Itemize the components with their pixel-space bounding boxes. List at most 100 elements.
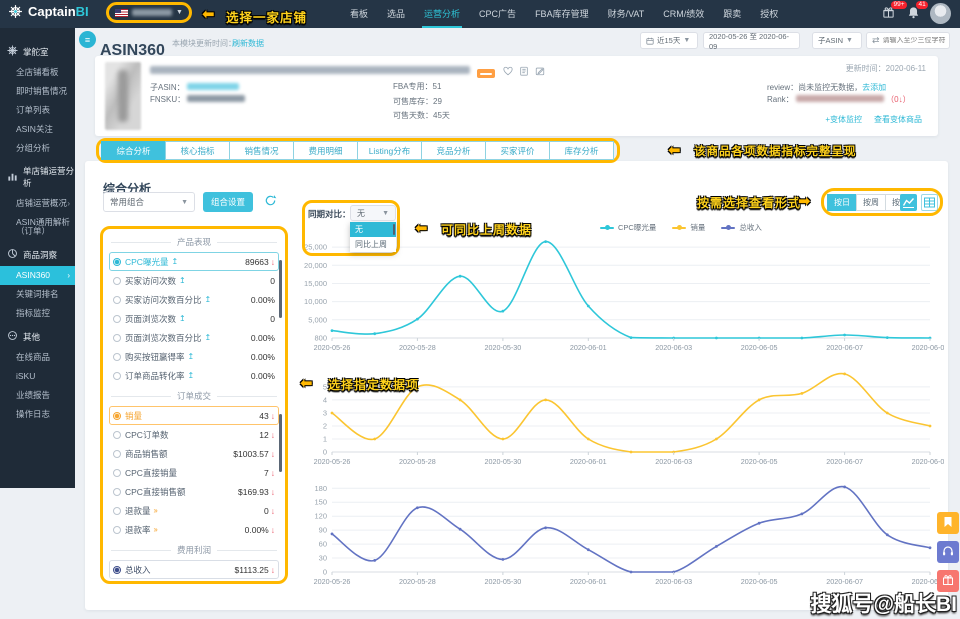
metric-买家访问次数[interactable]: 买家访问次数 ↥ 0 xyxy=(109,271,279,290)
section-scrollbar[interactable] xyxy=(279,414,282,472)
radio-button[interactable] xyxy=(113,565,121,574)
line-chart-view-button[interactable] xyxy=(900,194,917,211)
metric-CPC订单数[interactable]: CPC订单数 12 ↓ xyxy=(109,425,279,444)
legend-item-销量[interactable]: 销量 xyxy=(672,222,705,233)
tab-费用明细[interactable]: 费用明细 xyxy=(293,141,358,160)
topnav-item[interactable]: 财务/VAT xyxy=(606,0,647,28)
radio-button[interactable] xyxy=(113,257,121,266)
metric-CPC曝光量[interactable]: CPC曝光量 ↥ 89663 ↓ xyxy=(109,252,279,271)
dropdown-scrollbar[interactable] xyxy=(393,224,395,235)
tab-库存分析[interactable]: 库存分析 xyxy=(549,141,614,160)
topnav-item[interactable]: 跟卖 xyxy=(721,0,743,28)
monitor-icon[interactable]: ↥ xyxy=(205,333,212,342)
refresh-data-link[interactable]: 刷新数据 xyxy=(232,38,264,49)
metric-销量[interactable]: 销量 43 ↓ xyxy=(109,406,279,425)
metric-总收入[interactable]: 总收入 $1113.25 ↓ xyxy=(109,560,279,579)
store-selector[interactable]: ▼ xyxy=(106,2,192,23)
metric-CPC直接销量[interactable]: CPC直接销量 7 ↓ xyxy=(109,463,279,482)
brand-logo[interactable]: CaptainBI xyxy=(8,4,89,19)
sidebar-item-全店铺看板[interactable]: 全店铺看板 xyxy=(0,63,75,82)
sidebar-item-关键词排名[interactable]: 关键词排名 xyxy=(0,285,75,304)
combo-select[interactable]: 常用组合 ▼ xyxy=(103,192,195,212)
monitor-icon[interactable]: ↥ xyxy=(179,276,186,285)
metric-购买按钮赢得率[interactable]: 购买按钮赢得率 ↥ 0.00% xyxy=(109,347,279,366)
sidebar-item-ASIN通用解析（订单）[interactable]: ASIN通用解析（订单） xyxy=(0,213,75,241)
chevrons-icon[interactable]: ›› xyxy=(154,525,158,534)
radio-button[interactable] xyxy=(113,430,121,439)
headset-side-button[interactable] xyxy=(937,541,959,563)
radio-button[interactable] xyxy=(113,276,121,285)
tab-综合分析[interactable]: 综合分析 xyxy=(101,141,166,160)
sidebar-item-业绩报告[interactable]: 业绩报告 xyxy=(0,386,75,405)
metric-退款量[interactable]: 退款量 ›› 0 ↓ xyxy=(109,501,279,520)
section-scrollbar[interactable] xyxy=(279,260,282,318)
sidebar-item-ASIN360[interactable]: ASIN360 › xyxy=(0,266,75,285)
metric-页面浏览次数百分比[interactable]: 页面浏览次数百分比 ↥ 0.00% xyxy=(109,328,279,347)
metric-CPC直接销售额[interactable]: CPC直接销售额 $169.93 ↓ xyxy=(109,482,279,501)
sub-asin-value-blurred[interactable] xyxy=(187,83,239,90)
sidebar-item-指标监控[interactable]: 指标监控 xyxy=(0,304,75,323)
radio-button[interactable] xyxy=(113,449,121,458)
bell-icon[interactable]: 41 xyxy=(907,1,929,22)
user-avatar[interactable] xyxy=(930,3,951,24)
bookmark-side-button[interactable] xyxy=(937,512,959,534)
radio-button[interactable] xyxy=(113,352,121,361)
topnav-item[interactable]: CPC广告 xyxy=(477,0,518,28)
sidebar-item-即时销售情况[interactable]: 即时销售情况 xyxy=(0,82,75,101)
date-range-field[interactable]: 2020-05-26 至 2020-06-09 xyxy=(703,32,800,51)
topnav-item[interactable]: CRM/绩效 xyxy=(661,0,706,28)
sidebar-collapse-button[interactable]: ≡ xyxy=(79,31,96,48)
monitor-icon[interactable]: ↥ xyxy=(171,257,178,266)
radio-button[interactable] xyxy=(113,525,121,534)
asin-filter-select[interactable]: 子ASIN ▼ xyxy=(812,32,862,49)
radio-button[interactable] xyxy=(113,411,121,420)
monitor-icon[interactable]: ↥ xyxy=(179,314,186,323)
radio-button[interactable] xyxy=(113,333,121,342)
topnav-item[interactable]: 授权 xyxy=(758,0,780,28)
sidebar-item-店铺运营概况[interactable]: 店铺运营概况 › xyxy=(0,194,75,213)
radio-button[interactable] xyxy=(113,295,121,304)
metric-商品销售额[interactable]: 商品销售额 $1003.57 ↓ xyxy=(109,444,279,463)
asin-search-input[interactable] xyxy=(882,37,947,44)
compare-select[interactable]: 无 ▼ xyxy=(350,205,396,221)
radio-button[interactable] xyxy=(113,371,121,380)
radio-button[interactable] xyxy=(113,314,121,323)
monitor-icon[interactable]: ↥ xyxy=(188,352,195,361)
topnav-item[interactable]: FBA库存管理 xyxy=(533,0,591,28)
refresh-icon[interactable] xyxy=(264,194,277,212)
legend-item-CPC曝光量[interactable]: CPC曝光量 xyxy=(600,222,656,233)
metric-总支出[interactable]: 总支出 $-284.18↓ xyxy=(109,579,279,581)
sidebar-item-操作日志[interactable]: 操作日志 xyxy=(0,405,75,424)
metric-退款率[interactable]: 退款率 ›› 0.00% ↓ xyxy=(109,520,279,539)
tab-销售情况[interactable]: 销售情况 xyxy=(229,141,294,160)
swap-icon[interactable]: ⇄ xyxy=(872,35,880,46)
monitor-icon[interactable]: ↥ xyxy=(188,371,195,380)
gift-icon[interactable]: 99+ xyxy=(882,1,908,22)
compare-option-同比上周[interactable]: 同比上周 xyxy=(350,237,396,252)
variant-link[interactable]: 查看变体商品 xyxy=(874,114,922,125)
favorite-heart-icon[interactable] xyxy=(503,63,513,81)
compare-option-无[interactable]: 无 xyxy=(350,222,396,237)
legend-item-总收入[interactable]: 总收入 xyxy=(721,222,762,233)
tab-竞品分析[interactable]: 竞品分析 xyxy=(421,141,486,160)
sidebar-item-在线商品[interactable]: 在线商品 xyxy=(0,348,75,367)
sidebar-item-ASIN关注[interactable]: ASIN关注 xyxy=(0,120,75,139)
clipboard-icon[interactable] xyxy=(519,63,529,81)
metric-订单商品转化率[interactable]: 订单商品转化率 ↥ 0.00% xyxy=(109,366,279,385)
tab-Listing分布[interactable]: Listing分布 xyxy=(357,141,422,160)
radio-button[interactable] xyxy=(113,468,121,477)
metric-买家访问次数百分比[interactable]: 买家访问次数百分比 ↥ 0.00% xyxy=(109,290,279,309)
tab-买家评价[interactable]: 买家评价 xyxy=(485,141,550,160)
chevrons-icon[interactable]: ›› xyxy=(154,506,158,515)
topnav-item[interactable]: 选品 xyxy=(385,0,407,28)
table-view-button[interactable] xyxy=(921,194,938,211)
topnav-item[interactable]: 运营分析 xyxy=(422,0,463,28)
sidebar-item-iSKU[interactable]: iSKU xyxy=(0,367,75,386)
variant-link[interactable]: +变体监控 xyxy=(825,114,862,125)
view-mode-按周[interactable]: 按周 xyxy=(856,194,886,211)
tab-核心指标[interactable]: 核心指标 xyxy=(165,141,230,160)
monitor-icon[interactable]: ↥ xyxy=(205,295,212,304)
edit-icon[interactable] xyxy=(535,63,545,81)
radio-button[interactable] xyxy=(113,487,121,496)
chart-total-revenue[interactable]: 0 30 60 90 120 150 180 2020-05-26 2020-05-28 2020… xyxy=(294,474,949,593)
